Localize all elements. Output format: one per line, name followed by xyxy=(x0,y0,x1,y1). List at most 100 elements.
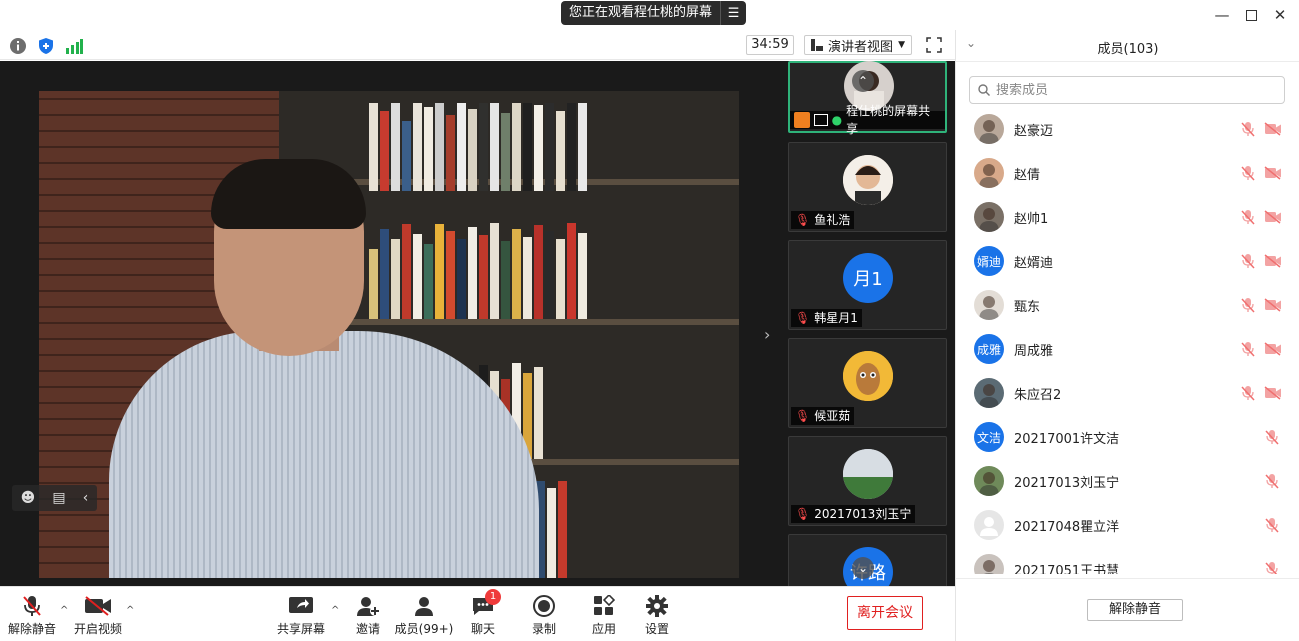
mic-muted-icon: 🎙 xyxy=(795,213,811,227)
avatar-text: 月1 xyxy=(853,269,883,290)
mic-muted-icon[interactable] xyxy=(1240,121,1256,137)
signal-icon[interactable] xyxy=(65,37,83,55)
collapse-thumbnails-icon[interactable]: › xyxy=(764,325,770,344)
avatar xyxy=(974,378,1004,408)
mic-muted-icon[interactable] xyxy=(1240,209,1256,225)
dropdown-caret-icon: ▼ xyxy=(898,40,905,50)
thumbnail-tile[interactable]: 🎙 20217013刘玉宁 xyxy=(788,436,947,526)
camera-off-icon[interactable] xyxy=(1264,298,1282,312)
record-icon xyxy=(532,593,556,619)
member-name: 赵帅1 xyxy=(1014,211,1049,227)
screen-share-banner[interactable]: 您正在观看程仕桃的屏幕 ☰ xyxy=(561,1,747,25)
screen-share-icon xyxy=(813,114,828,126)
camera-off-icon[interactable] xyxy=(1264,254,1282,268)
member-row[interactable]: 20217051王书慧 xyxy=(956,547,1299,574)
share-menu-icon[interactable]: ☰ xyxy=(720,1,746,25)
mic-muted-icon[interactable] xyxy=(1264,561,1280,574)
member-name: 朱应召2 xyxy=(1014,387,1062,403)
panel-title: 成员(103) xyxy=(1097,42,1159,57)
member-row[interactable]: 婿迪 赵婿迪 xyxy=(956,239,1299,283)
book-row xyxy=(369,219,587,319)
scroll-up-icon[interactable]: ⌃ xyxy=(852,70,874,92)
camera-off-icon[interactable] xyxy=(1264,122,1282,136)
avatar: 文洁 xyxy=(974,422,1004,452)
member-row[interactable]: 朱应召2 xyxy=(956,371,1299,415)
emoji-icon[interactable]: ☻ xyxy=(21,490,36,506)
member-row[interactable]: 赵豪迈 xyxy=(956,108,1299,151)
info-icon[interactable] xyxy=(9,37,27,55)
avatar-text: 文洁 xyxy=(976,430,1001,445)
mic-muted-icon[interactable] xyxy=(1240,253,1256,269)
unmute-all-button[interactable]: 解除静音 xyxy=(1087,599,1183,621)
thumbnail-label: ● 程仕桃的屏幕共享 xyxy=(790,104,945,136)
mic-muted-icon[interactable] xyxy=(1240,297,1256,313)
member-search[interactable] xyxy=(969,76,1285,104)
camera-off-icon[interactable] xyxy=(1264,210,1282,224)
mic-muted-icon[interactable] xyxy=(1264,429,1280,445)
member-row[interactable]: 20217048瞿立洋 xyxy=(956,503,1299,547)
title-bar: 您正在观看程仕桃的屏幕 ☰ — ✕ xyxy=(0,0,1299,30)
camera-off-icon[interactable] xyxy=(1264,166,1282,180)
start-video-button[interactable]: 开启视频 xyxy=(63,593,133,637)
member-row[interactable]: 成雅 周成雅 xyxy=(956,327,1299,371)
fullscreen-icon[interactable] xyxy=(926,37,942,53)
video-overlay-controls: ☻ ▤ ‹ xyxy=(12,485,97,511)
member-row[interactable]: 文洁 20217001许文洁 xyxy=(956,415,1299,459)
maximize-icon[interactable] xyxy=(1241,5,1261,25)
shared-video xyxy=(39,91,739,578)
scroll-down-icon[interactable]: ⌄ xyxy=(852,557,874,579)
search-input[interactable] xyxy=(996,82,1266,98)
shield-icon[interactable] xyxy=(37,37,55,55)
thumbnail-tile[interactable]: 月1 🎙 韩星月1 xyxy=(788,240,947,330)
avatar xyxy=(974,290,1004,320)
member-name: 20217001许文洁 xyxy=(1014,431,1120,447)
leave-meeting-button[interactable]: 离开会议 xyxy=(847,596,923,630)
comment-icon[interactable]: ▤ xyxy=(52,490,65,506)
thumbnail-tile[interactable]: 🎙 候亚茹 xyxy=(788,338,947,428)
share-banner-text: 您正在观看程仕桃的屏幕 xyxy=(569,5,713,20)
member-row[interactable]: 赵倩 xyxy=(956,151,1299,195)
share-screen-button[interactable]: 共享屏幕 xyxy=(266,593,336,637)
close-icon[interactable]: ✕ xyxy=(1270,5,1290,25)
unmute-button[interactable]: 解除静音 xyxy=(0,593,67,637)
mic-muted-icon[interactable] xyxy=(1264,517,1280,533)
meeting-timer: 34:59 xyxy=(746,35,794,55)
avatar-text: 婿迪 xyxy=(976,254,1001,269)
gear-icon xyxy=(645,593,669,619)
view-mode-dropdown[interactable]: 演讲者视图 ▼ xyxy=(804,35,912,55)
avatar xyxy=(843,155,893,205)
settings-button[interactable]: 设置 xyxy=(622,593,692,637)
bottom-toolbar: 解除静音 ^ 开启视频 ^ 共享屏幕 ^ 邀请 成员(99+) 1 聊天 录制 … xyxy=(0,586,955,641)
avatar xyxy=(974,114,1004,144)
thumbnail-strip: ● 程仕桃的屏幕共享 🎙 鱼礼浩 月1 🎙 韩星月1 🎙 候亚茹 🎙 20217… xyxy=(780,61,955,586)
chat-button[interactable]: 1 聊天 xyxy=(448,589,518,637)
chevron-left-icon[interactable]: ‹ xyxy=(83,490,89,506)
mic-on-icon: ● xyxy=(831,113,843,127)
start-video-label: 开启视频 xyxy=(73,622,122,636)
member-row[interactable]: 赵帅1 xyxy=(956,195,1299,239)
member-name: 周成雅 xyxy=(1014,343,1054,359)
member-row[interactable]: 20217013刘玉宁 xyxy=(956,459,1299,503)
settings-label: 设置 xyxy=(644,622,669,636)
camera-off-icon[interactable] xyxy=(1264,342,1282,356)
chat-badge: 1 xyxy=(485,589,501,605)
mic-muted-icon[interactable] xyxy=(1240,165,1256,181)
share-screen-label: 共享屏幕 xyxy=(276,622,325,636)
mic-muted-icon: 🎙 xyxy=(795,507,811,521)
camera-off-icon[interactable] xyxy=(1264,386,1282,400)
mic-muted-icon[interactable] xyxy=(1264,473,1280,489)
participants-label: 成员(99+) xyxy=(394,622,454,636)
apps-label: 应用 xyxy=(591,622,616,636)
invite-label: 邀请 xyxy=(355,622,380,636)
thumbnail-tile[interactable]: 🎙 鱼礼浩 xyxy=(788,142,947,232)
book-row xyxy=(369,91,587,191)
avatar: 婿迪 xyxy=(974,246,1004,276)
member-row[interactable]: 甄东 xyxy=(956,283,1299,327)
mic-muted-icon[interactable] xyxy=(1240,341,1256,357)
mic-muted-icon[interactable] xyxy=(1240,385,1256,401)
host-icon xyxy=(794,112,810,128)
video-options-caret-icon[interactable]: ^ xyxy=(126,605,134,616)
avatar xyxy=(974,466,1004,496)
thumbnail-label: 🎙 鱼礼浩 xyxy=(791,211,855,229)
minimize-icon[interactable]: — xyxy=(1212,5,1232,25)
